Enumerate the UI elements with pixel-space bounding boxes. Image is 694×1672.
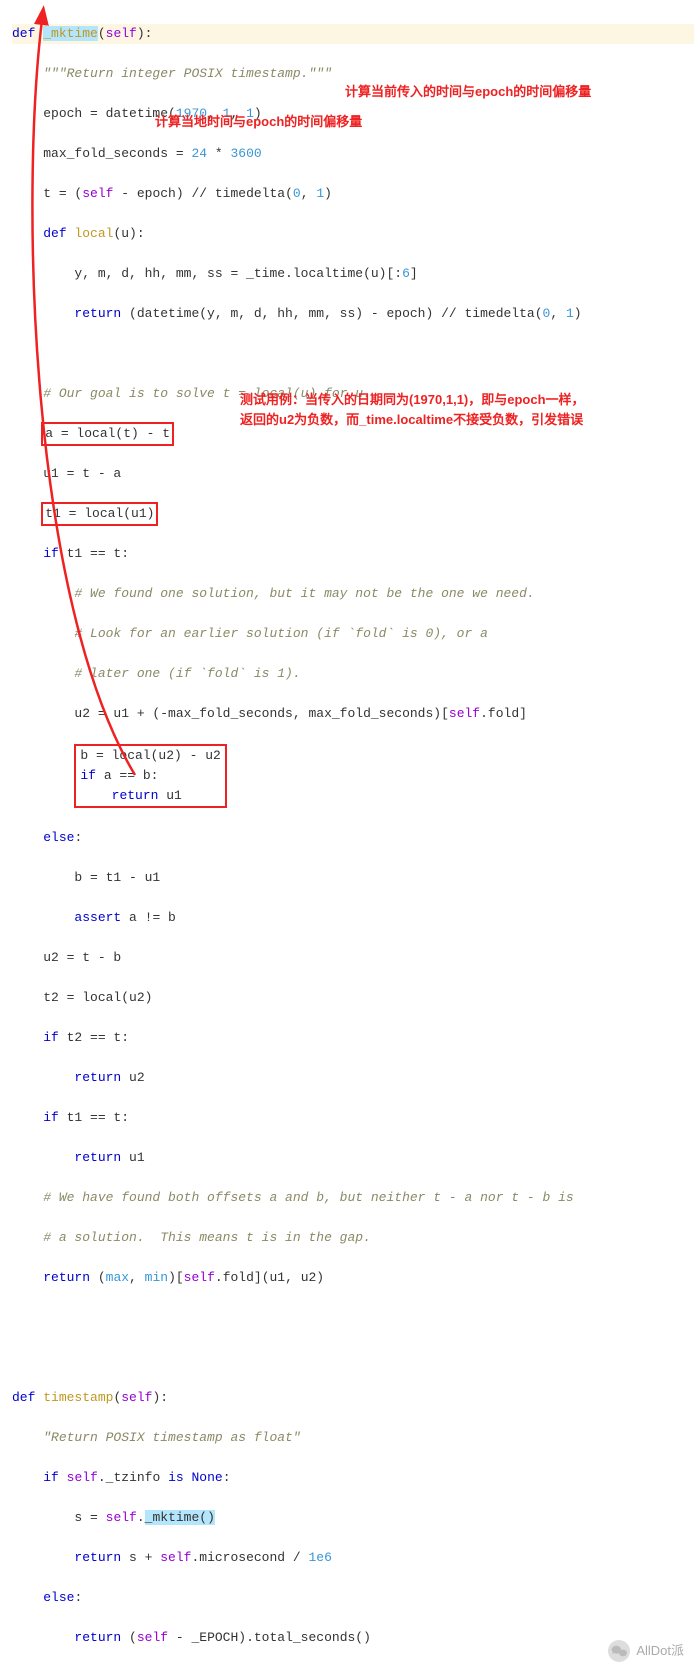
red-box-a: a = local(t) - t — [41, 422, 174, 446]
watermark: AllDot派 — [608, 1640, 684, 1662]
code-block: def _mktime(self): """Return integer POS… — [0, 0, 694, 1672]
annotation-2: 计算当地时间与epoch的时间偏移量 — [155, 112, 362, 132]
mktime-call-highlight: _mktime() — [145, 1510, 215, 1525]
wechat-icon — [608, 1640, 630, 1662]
annotation-1: 计算当前传入的时间与epoch的时间偏移量 — [345, 82, 591, 102]
red-box-t1: t1 = local(u1) — [41, 502, 158, 526]
annotation-3: 测试用例：当传入的日期同为(1970,1,1)，即与epoch一样， 返回的u2… — [240, 390, 660, 430]
red-box-inner: b = local(u2) - u2if a == b: return u1 — [74, 744, 226, 808]
line-def-mktime: def _mktime(self): — [12, 24, 694, 44]
watermark-label: AllDot派 — [636, 1641, 684, 1661]
mktime-name-highlight: _mktime — [43, 26, 98, 41]
